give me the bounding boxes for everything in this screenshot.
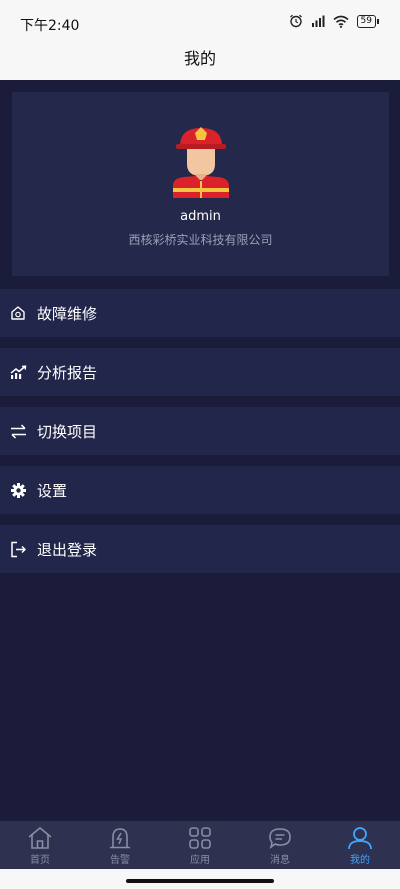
tab-apps[interactable]: 应用 (160, 821, 240, 869)
menu-item-logout[interactable]: 退出登录 (0, 525, 400, 573)
repair-house-icon (9, 304, 27, 322)
bottom-tab-bar: 首页 告警 应用 消息 我的 (0, 821, 400, 869)
menu-item-repair[interactable]: 故障维修 (0, 289, 400, 337)
menu-item-settings[interactable]: 设置 (0, 466, 400, 514)
menu-label-report: 分析报告 (37, 363, 98, 382)
status-bar: 下午2:40 59 (0, 0, 400, 46)
company-name: 西核彩桥实业科技有限公司 (128, 233, 273, 247)
battery-indicator: 59 (356, 14, 380, 28)
gear-icon (9, 481, 27, 499)
menu-label-settings: 设置 (37, 481, 68, 500)
user-icon (348, 827, 372, 850)
status-icons: 59 (289, 14, 380, 28)
wifi-icon (333, 15, 349, 28)
page-title: 我的 (183, 49, 216, 68)
logout-icon (9, 540, 27, 558)
swap-arrows-icon (9, 422, 27, 440)
menu-label-repair: 故障维修 (37, 304, 98, 323)
home-gesture-bar[interactable] (126, 879, 274, 883)
menu-label-logout: 退出登录 (37, 540, 98, 559)
tab-home[interactable]: 首页 (0, 821, 80, 869)
tab-label-home: 首页 (30, 855, 50, 866)
signal-icon (311, 15, 325, 27)
alarm-clock-icon (289, 14, 302, 28)
message-icon (269, 828, 291, 849)
menu-item-switch-project[interactable]: 切换项目 (0, 407, 400, 455)
username: admin (180, 209, 221, 224)
trend-chart-icon (9, 363, 27, 381)
title-bar: 我的 (0, 46, 400, 80)
gesture-area (0, 869, 400, 889)
tab-messages[interactable]: 消息 (240, 821, 320, 869)
home-icon (28, 827, 52, 849)
profile-card: admin 西核彩桥实业科技有限公司 (12, 92, 389, 276)
alarm-icon (110, 828, 130, 849)
tab-alarm[interactable]: 告警 (80, 821, 160, 869)
tab-profile[interactable]: 我的 (320, 821, 400, 869)
tab-label-profile: 我的 (350, 855, 370, 866)
tab-label-apps: 应用 (190, 855, 210, 866)
firefighter-avatar (173, 127, 229, 198)
tab-label-alarm: 告警 (110, 855, 130, 866)
status-time: 下午2:40 (20, 18, 80, 34)
menu-label-switch-project: 切换项目 (37, 422, 98, 441)
menu-item-report[interactable]: 分析报告 (0, 348, 400, 396)
tab-label-messages: 消息 (270, 855, 290, 866)
apps-grid-icon (189, 827, 211, 849)
